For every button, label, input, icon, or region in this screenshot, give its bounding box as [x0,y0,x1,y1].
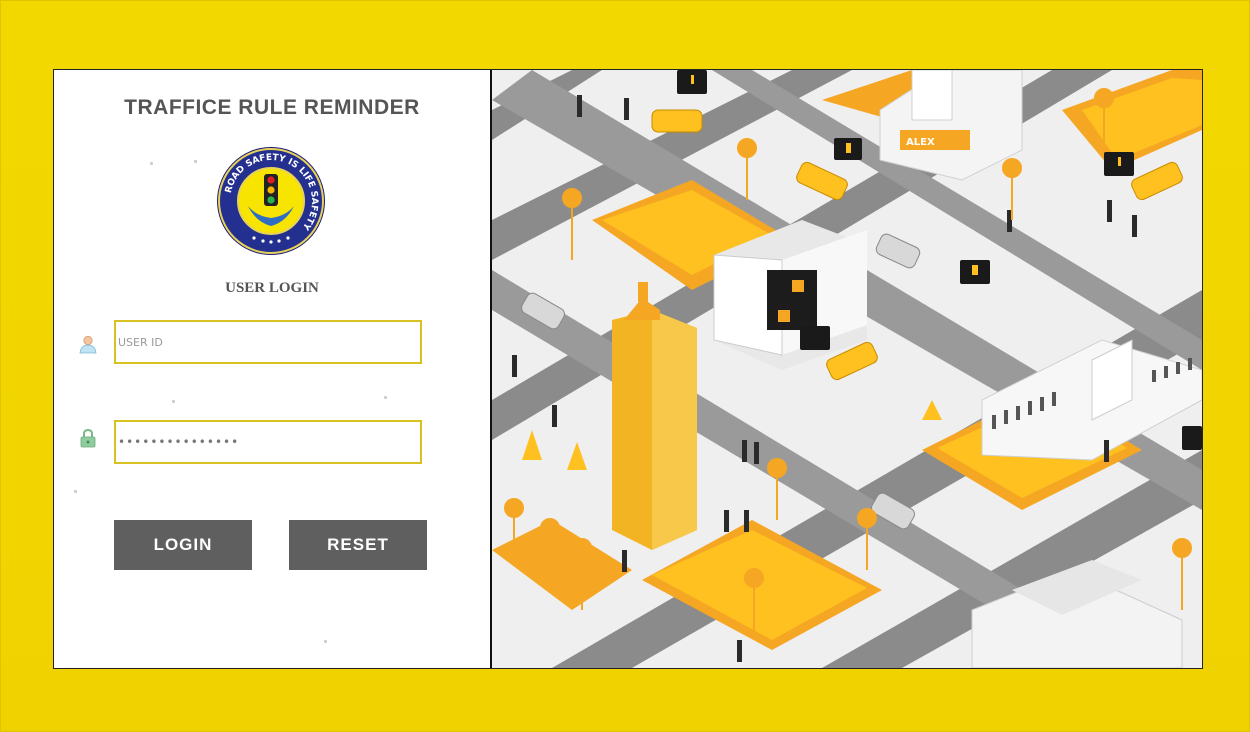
road-safety-badge-icon: ROAD SAFETY IS LIFE SAFETY [217,147,325,255]
login-panel: TRAFFICE RULE REMINDER ROAD SAFETY IS LI… [54,70,492,668]
scan-speck [324,640,327,643]
scan-speck [150,162,153,165]
scan-speck [384,396,387,399]
password-input[interactable] [114,420,422,464]
reset-button[interactable]: RESET [289,520,427,570]
user-icon [79,335,97,354]
login-heading: USER LOGIN [225,280,319,296]
scan-speck [194,160,197,163]
login-window: TRAFFICE RULE REMINDER ROAD SAFETY IS LI… [53,69,1203,669]
user-id-input[interactable] [114,320,422,364]
lock-icon [80,428,96,448]
scan-speck [172,400,175,403]
building-sign-text: ALEX [906,137,935,148]
login-button[interactable]: LOGIN [114,520,252,570]
city-illustration: ALEX [492,70,1202,668]
app-background: TRAFFICE RULE REMINDER ROAD SAFETY IS LI… [0,0,1250,732]
app-title: TRAFFICE RULE REMINDER [124,96,420,119]
scan-speck [74,490,77,493]
